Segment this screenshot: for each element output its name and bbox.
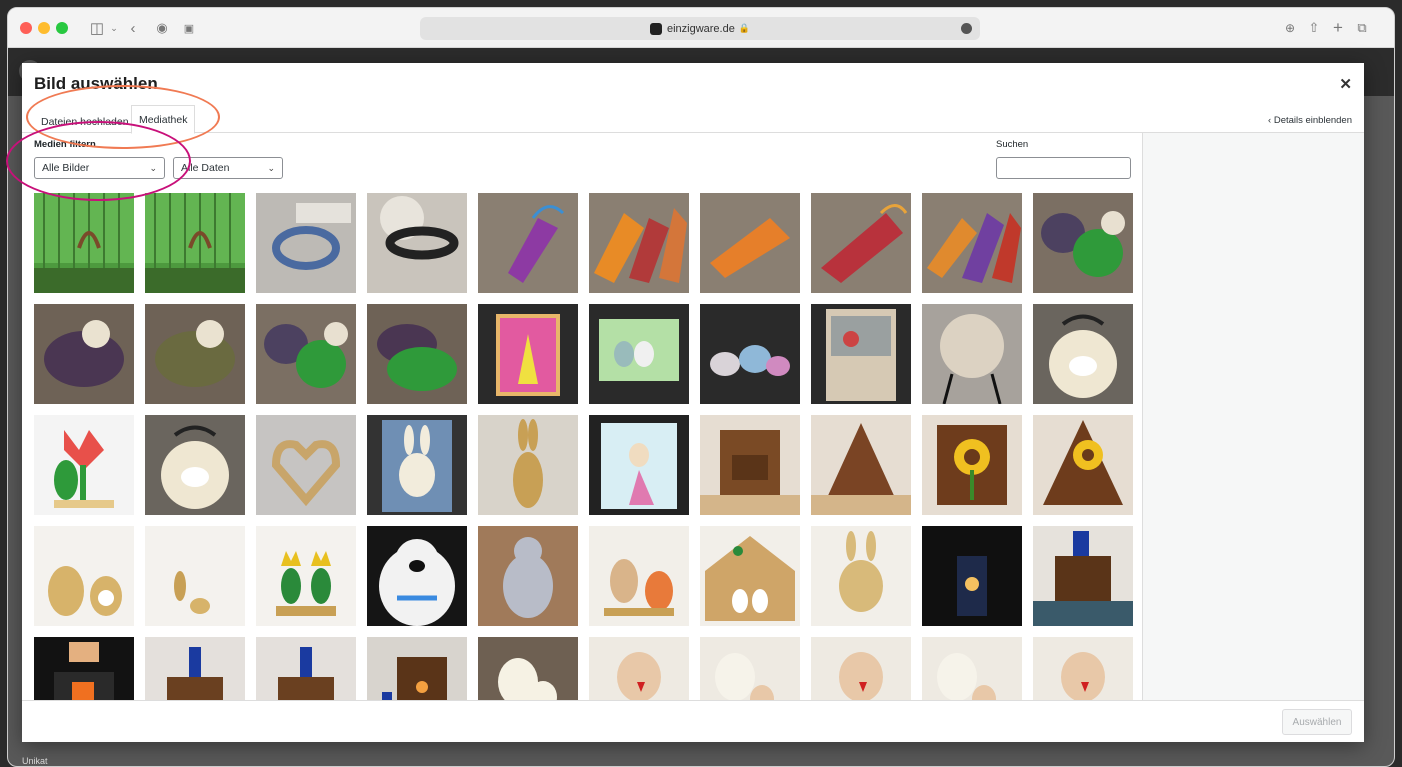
media-thumbnail-bear-white[interactable] xyxy=(367,526,467,626)
media-thumbnail-elephant-green[interactable] xyxy=(1033,193,1133,293)
media-thumbnail-sheep-bag[interactable] xyxy=(1033,304,1133,404)
search-label: Suchen xyxy=(996,139,1029,150)
media-thumbnail-bunny-face[interactable] xyxy=(811,526,911,626)
media-thumbnail-chicken[interactable] xyxy=(811,637,911,700)
media-thumbnail-chicken[interactable] xyxy=(589,637,689,700)
media-thumbnail-red-bag[interactable] xyxy=(811,193,911,293)
media-thumbnail-card-bunny[interactable] xyxy=(367,415,467,515)
download-icon[interactable]: ⊕ xyxy=(1282,16,1298,40)
media-thumbnail-collar-blue[interactable] xyxy=(256,193,356,293)
media-thumbnail-heart-wood[interactable] xyxy=(256,415,356,515)
modal-title: Bild auswählen xyxy=(34,74,158,93)
media-thumbnail-horseshoe-green[interactable] xyxy=(145,193,245,293)
media-thumbnail-tulip-wood[interactable] xyxy=(34,415,134,515)
media-thumbnail-bottle-wood[interactable] xyxy=(256,637,356,700)
extension-icon[interactable]: ◉ xyxy=(153,16,171,40)
tab-overview-icon[interactable]: ⧉ xyxy=(1354,16,1370,40)
sidebar-toggle-icon[interactable]: ◫ xyxy=(88,16,106,40)
media-modal: Bild auswählen ✕ Dateien hochladen Media… xyxy=(6,63,1364,742)
new-tab-icon[interactable]: + xyxy=(1330,16,1346,40)
tab-upload-files[interactable]: Dateien hochladen xyxy=(34,110,136,133)
filter-label: Medien filtern xyxy=(34,139,96,150)
modal-toolbar: Auswählen xyxy=(22,700,1364,742)
site-favicon-icon xyxy=(649,22,662,35)
url-text: einzigware.de xyxy=(666,22,735,35)
media-thumbnail-purple-bag[interactable] xyxy=(478,193,578,293)
share-icon[interactable]: ⇧ xyxy=(1306,16,1322,40)
lock-icon: 🔒 xyxy=(738,23,751,33)
media-thumbnail-bear-grey[interactable] xyxy=(478,526,578,626)
media-thumbnail-lantern[interactable] xyxy=(34,637,134,700)
media-type-filter[interactable]: Alle Bilder ⌄ xyxy=(34,157,165,179)
zoom-window-button[interactable] xyxy=(56,22,68,34)
media-thumbnail-elephant-pair[interactable] xyxy=(367,304,467,404)
close-icon[interactable]: ✕ xyxy=(1339,75,1352,93)
media-thumbnail-elephant-olive[interactable] xyxy=(145,304,245,404)
media-thumbnail-mixed-shoes[interactable] xyxy=(922,193,1022,293)
browser-titlebar: ◫ ⌄ ‹ ◉ ▣ einzigware.de 🔒 ⊕ ⇧ + ⧉ xyxy=(8,8,1394,48)
media-thumbnail-card-green[interactable] xyxy=(589,304,689,404)
media-thumbnail-tulips-wood[interactable] xyxy=(256,526,356,626)
background-field-label: Unikat xyxy=(22,756,48,766)
media-grid xyxy=(34,193,1134,700)
chevron-down-icon: ⌄ xyxy=(149,162,157,173)
select-button[interactable]: Auswählen xyxy=(1282,709,1352,735)
media-thumbnail-card-pocket[interactable] xyxy=(811,304,911,404)
media-thumbnail-orange-bag[interactable] xyxy=(700,193,800,293)
media-thumbnail-chicken-white[interactable] xyxy=(922,637,1022,700)
attachment-details-sidebar xyxy=(1142,133,1364,700)
date-filter[interactable]: Alle Daten ⌄ xyxy=(173,157,283,179)
media-thumbnail-chicken-white[interactable] xyxy=(700,637,800,700)
media-thumbnail-bunnies-wood[interactable] xyxy=(34,526,134,626)
media-thumbnail-card-bunny-dress[interactable] xyxy=(589,415,689,515)
media-thumbnail-elephant-purple[interactable] xyxy=(34,304,134,404)
media-thumbnail-horseshoe-green[interactable] xyxy=(34,193,134,293)
details-link-label: Details einblenden xyxy=(1273,115,1352,126)
media-thumbnail-collar-black[interactable] xyxy=(367,193,467,293)
close-window-button[interactable] xyxy=(20,22,32,34)
media-thumbnail-sunflower-box[interactable] xyxy=(922,415,1022,515)
tab-media-library[interactable]: Mediathek xyxy=(131,105,196,134)
media-type-filter-value: Alle Bilder xyxy=(42,162,90,174)
notion-icon[interactable]: ▣ xyxy=(180,16,198,40)
media-thumbnail-chick-board[interactable] xyxy=(478,637,578,700)
media-thumbnail-birds-fabric[interactable] xyxy=(700,304,800,404)
media-thumbnail-small-wood[interactable] xyxy=(145,526,245,626)
media-thumbnail-easter-house[interactable] xyxy=(700,526,800,626)
media-thumbnail-elephant-green[interactable] xyxy=(256,304,356,404)
media-thumbnail-lamp-dark[interactable] xyxy=(922,526,1022,626)
media-thumbnail-card-pink[interactable] xyxy=(478,304,578,404)
media-thumbnail-bunny-egg[interactable] xyxy=(589,526,689,626)
chevron-down-icon: ⌄ xyxy=(267,162,275,173)
privacy-report-icon[interactable] xyxy=(961,23,972,34)
media-thumbnail-bottle-box[interactable] xyxy=(1033,526,1133,626)
media-thumbnail-chicken[interactable] xyxy=(1033,637,1133,700)
minimize-window-button[interactable] xyxy=(38,22,50,34)
media-thumbnail-triangle-wood[interactable] xyxy=(811,415,911,515)
media-thumbnail-sheep-bag[interactable] xyxy=(145,415,245,515)
media-thumbnail-box-wood[interactable] xyxy=(700,415,800,515)
date-filter-value: Alle Daten xyxy=(181,162,230,174)
media-thumbnail-sunflower-triangle[interactable] xyxy=(1033,415,1133,515)
media-thumbnail-bottle-wood[interactable] xyxy=(145,637,245,700)
chevron-down-icon[interactable]: ⌄ xyxy=(108,16,120,40)
back-icon[interactable]: ‹ xyxy=(126,16,140,40)
modal-tabs: Dateien hochladen Mediathek ‹ Details ei… xyxy=(22,103,1364,134)
media-thumbnail-round-bag[interactable] xyxy=(922,304,1022,404)
address-bar[interactable]: einzigware.de 🔒 xyxy=(420,17,980,40)
media-thumbnail-lantern-wood[interactable] xyxy=(367,637,467,700)
details-toggle-link[interactable]: ‹ Details einblenden xyxy=(1268,115,1352,126)
media-thumbnail-orange-shoes[interactable] xyxy=(589,193,689,293)
search-input[interactable] xyxy=(996,157,1131,179)
media-thumbnail-bunny-wood[interactable] xyxy=(478,415,578,515)
